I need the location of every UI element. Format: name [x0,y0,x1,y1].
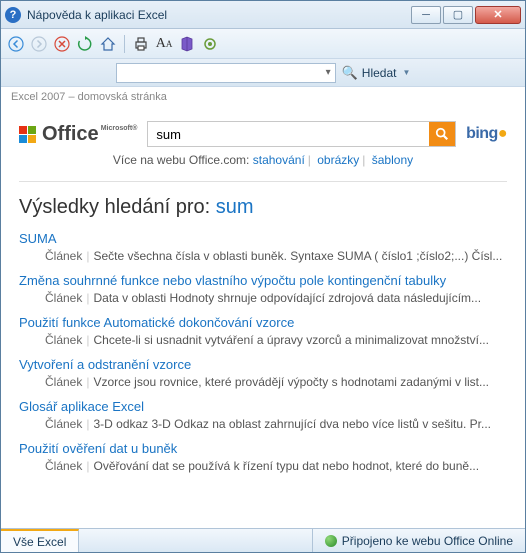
heading-prefix: Výsledky hledání pro: [19,196,216,218]
globe-icon [325,535,337,547]
office-search-input[interactable] [148,127,429,142]
result-desc: Data v oblasti Hodnoty shrnuje odpovídaj… [93,291,481,305]
search-result: Vytvoření a odstranění vzorce Článek|Vzor… [19,357,507,389]
chevron-down-icon: ▼ [402,68,410,77]
maximize-button[interactable]: ▢ [443,6,473,24]
result-type: Článek [45,459,82,473]
forward-button[interactable] [30,35,48,53]
microsoft-text: Microsoft® [101,125,138,132]
back-button[interactable] [7,35,25,53]
result-desc: Vzorce jsou rovnice, které provádějí výp… [93,375,489,389]
link-templates[interactable]: šablony [372,153,413,167]
toolbar: AA [1,29,525,59]
result-title[interactable]: Vytvoření a odstranění vzorce [19,357,507,372]
results-list: SUMA Článek|Sečte všechna čísla v oblasti… [19,231,507,473]
content-area: Office Microsoft® bing● Více na webu Off… [1,107,525,527]
font-size-button[interactable]: AA [155,35,173,53]
search-button[interactable]: 🔍 Hledat ▼ [342,65,411,81]
result-desc: 3-D odkaz 3-D Odkaz na oblast zahrnující… [93,417,491,431]
office-search-submit[interactable] [429,122,455,146]
search-result: Glosář aplikace Excel Článek|3-D odkaz 3-… [19,399,507,431]
result-meta: Článek|Sečte všechna čísla v oblasti bun… [19,249,507,263]
search-result: Změna souhrnné funkce nebo vlastního výp… [19,273,507,305]
toc-button[interactable] [178,35,196,53]
search-result: Použití funkce Automatické dokončování v… [19,315,507,347]
more-links: Více na webu Office.com: stahování| obrá… [19,153,507,167]
divider [19,181,507,182]
result-title[interactable]: Glosář aplikace Excel [19,399,507,414]
result-type: Článek [45,249,82,263]
help-icon: ? [5,7,21,23]
scope-dropdown[interactable]: ▾ [116,63,336,83]
bing-logo: bing● [466,125,507,143]
office-squares-icon [19,126,36,143]
result-type: Článek [45,333,82,347]
search-toolbar: ▾ 🔍 Hledat ▼ [1,59,525,87]
result-type: Článek [45,291,82,305]
minimize-button[interactable]: ─ [411,6,441,24]
titlebar: ? Nápověda k aplikaci Excel ─ ▢ ✕ [1,1,525,29]
stop-button[interactable] [53,35,71,53]
link-images[interactable]: obrázky [317,153,359,167]
result-meta: Článek|3-D odkaz 3-D Odkaz na oblast zah… [19,417,507,431]
result-desc: Sečte všechna čísla v oblasti buněk. Syn… [93,249,502,263]
result-title[interactable]: SUMA [19,231,507,246]
office-brand-text: Office [42,123,99,146]
more-prefix: Více na webu Office.com: [113,153,250,167]
result-meta: Článek|Vzorce jsou rovnice, které provád… [19,375,507,389]
result-title[interactable]: Použití ověření dat u buněk [19,441,507,456]
status-connection-label: Připojeno ke webu Office Online [342,534,513,548]
search-icon: 🔍 [342,65,358,81]
refresh-button[interactable] [76,35,94,53]
result-meta: Článek|Ověřování dat se používá k řízení… [19,459,507,473]
results-heading: Výsledky hledání pro: sum [19,196,507,219]
magnifier-icon [435,127,449,141]
office-search-box [147,121,456,147]
result-meta: Článek|Chcete-li si usnadnit vytváření a… [19,333,507,347]
result-type: Článek [45,375,82,389]
office-logo: Office Microsoft® [19,123,137,146]
status-connection: Připojeno ke webu Office Online [312,529,525,552]
close-button[interactable]: ✕ [475,6,521,24]
print-button[interactable] [132,35,150,53]
keep-on-top-button[interactable] [201,35,219,53]
search-label: Hledat [362,66,397,80]
breadcrumb[interactable]: Excel 2007 – domovská stránka [1,87,525,107]
status-scope[interactable]: Vše Excel [1,529,79,552]
result-desc: Chcete-li si usnadnit vytváření a úpravy… [93,333,488,347]
result-desc: Ověřování dat se používá k řízení typu d… [93,459,479,473]
window-title: Nápověda k aplikaci Excel [27,8,409,22]
result-title[interactable]: Použití funkce Automatické dokončování v… [19,315,507,330]
home-button[interactable] [99,35,117,53]
result-type: Článek [45,417,82,431]
link-download[interactable]: stahování [253,153,305,167]
search-result: SUMA Článek|Sečte všechna čísla v oblasti… [19,231,507,263]
heading-term: sum [216,196,254,218]
status-bar: Vše Excel Připojeno ke webu Office Onlin… [1,528,525,552]
search-result: Použití ověření dat u buněk Článek|Ověřov… [19,441,507,473]
result-meta: Článek|Data v oblasti Hodnoty shrnuje od… [19,291,507,305]
result-title[interactable]: Změna souhrnné funkce nebo vlastního výp… [19,273,507,288]
